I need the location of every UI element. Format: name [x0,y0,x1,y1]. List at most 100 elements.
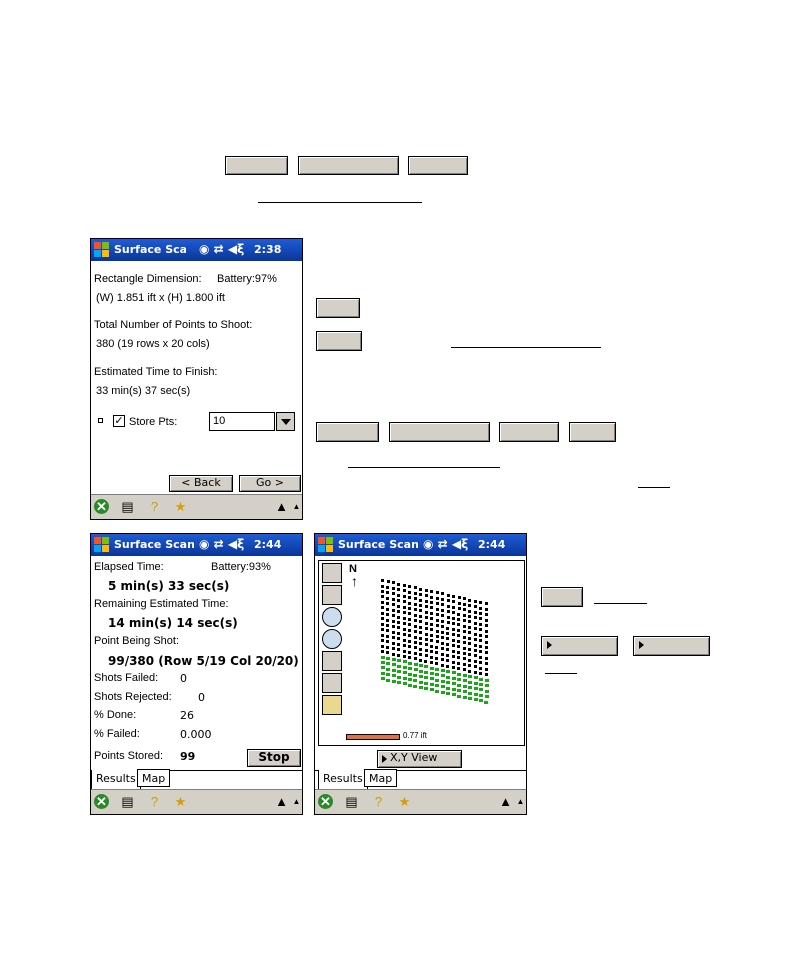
stored-point [397,664,402,668]
screen-scan-map: Surface Scan Re ◉ ⇄ ◀ξ 2:44 N ↑ 0.77 ift… [314,533,527,815]
placeholder-button-2 [298,156,399,175]
scan-point [468,631,472,635]
stored-point [435,689,440,693]
scan-point [419,631,423,635]
map-canvas[interactable]: N ↑ 0.77 ift [318,560,525,746]
scroll-up-icon[interactable]: ▲ [289,794,302,809]
back-button[interactable]: < Back [169,475,233,492]
help-icon[interactable]: ? [147,794,162,809]
ok-circle-icon[interactable]: ◉ [423,537,433,551]
remaining-value: 14 min(s) 14 sec(s) [108,616,238,630]
scroll-up-icon[interactable]: ▲ [289,499,302,514]
go-button[interactable]: Go > [239,475,301,492]
stored-point [413,679,418,683]
scan-point [402,594,406,598]
scan-point [391,625,395,629]
clock[interactable]: 2:44 [254,538,281,551]
volume-icon[interactable]: ◀ξ [452,537,468,551]
windows-start-icon[interactable] [94,242,110,258]
placeholder-button-5 [316,331,362,351]
input-panel-icon[interactable]: ▲ [498,794,513,809]
scan-point [468,625,472,629]
scan-point [446,659,450,663]
scan-point [473,643,477,647]
placeholder-button-8 [499,422,559,442]
help-icon[interactable]: ? [371,794,386,809]
scan-point [408,617,412,621]
help-icon[interactable]: ? [147,499,162,514]
scan-point [408,601,412,605]
tab-map[interactable]: Map [364,769,398,787]
stored-point [484,689,489,693]
scan-point [457,650,461,654]
stored-point [484,684,489,688]
input-panel-icon[interactable]: ▲ [274,499,289,514]
clock[interactable]: 2:44 [478,538,505,551]
star-icon[interactable]: ★ [173,499,188,514]
scan-point [457,628,461,632]
stored-point [397,675,401,679]
input-panel-icon[interactable]: ▲ [274,794,289,809]
document-icon[interactable]: ▤ [344,794,359,809]
scan-point [424,632,428,636]
stored-point [451,682,456,686]
close-icon[interactable]: ✕ [94,794,109,809]
scan-point [380,650,384,653]
volume-icon[interactable]: ◀ξ [228,537,244,551]
connectivity-icon[interactable]: ⇄ [214,537,224,551]
status-icons: ◉ ⇄ ◀ξ [199,242,244,256]
scroll-up-icon[interactable]: ▲ [513,794,526,809]
store-pts-input[interactable]: 10 [209,412,275,431]
xy-view-button[interactable]: X,Y View [377,750,462,768]
scan-point [440,652,444,656]
tab-map[interactable]: Map [137,769,171,787]
scan-point [424,616,428,620]
placeholder-underline-5 [594,603,647,604]
scan-point [462,662,466,666]
store-pts-checkbox[interactable]: ✓ [113,415,125,427]
document-icon[interactable]: ▤ [120,499,135,514]
stored-point [429,666,434,670]
scan-point [457,596,461,600]
scan-point [424,610,428,614]
scan-point [402,611,406,615]
tab-results[interactable]: Results [91,770,141,790]
star-icon[interactable]: ★ [397,794,412,809]
windows-start-icon[interactable] [318,537,334,553]
clock[interactable]: 2:38 [254,243,281,256]
scan-point [413,619,417,623]
windows-start-icon[interactable] [94,537,110,553]
store-pts-dropdown[interactable] [276,412,295,431]
close-icon[interactable]: ✕ [94,499,109,514]
scan-point [397,599,401,603]
scan-point [462,652,466,655]
scan-point [391,630,395,634]
scan-point [462,608,466,612]
scan-point [446,631,450,635]
scan-point [408,585,412,589]
stored-point [402,660,407,664]
star-icon[interactable]: ★ [173,794,188,809]
ok-circle-icon[interactable]: ◉ [199,537,209,551]
percent-done-label: % Done: [94,709,137,721]
document-icon[interactable]: ▤ [120,794,135,809]
ok-circle-icon[interactable]: ◉ [199,242,209,256]
title-bar: Surface Scan Re ◉ ⇄ ◀ξ 2:44 [91,534,302,556]
volume-icon[interactable]: ◀ξ [228,242,244,256]
scan-point [468,647,472,651]
scan-point [462,635,466,639]
stored-point [429,688,434,692]
stored-point [468,696,472,700]
tab-results[interactable]: Results [318,770,368,790]
stored-point [413,684,418,688]
connectivity-icon[interactable]: ⇄ [438,537,448,551]
stored-point [451,671,456,675]
scan-point [413,613,417,617]
connectivity-icon[interactable]: ⇄ [214,242,224,256]
close-icon[interactable]: ✕ [318,794,333,809]
stop-button[interactable]: Stop [247,749,301,767]
scan-point [380,633,384,637]
command-bar: ✕ ▤ ? ★ ▲ ▲ [91,789,302,814]
scan-point [430,590,434,593]
scan-point [381,589,384,593]
